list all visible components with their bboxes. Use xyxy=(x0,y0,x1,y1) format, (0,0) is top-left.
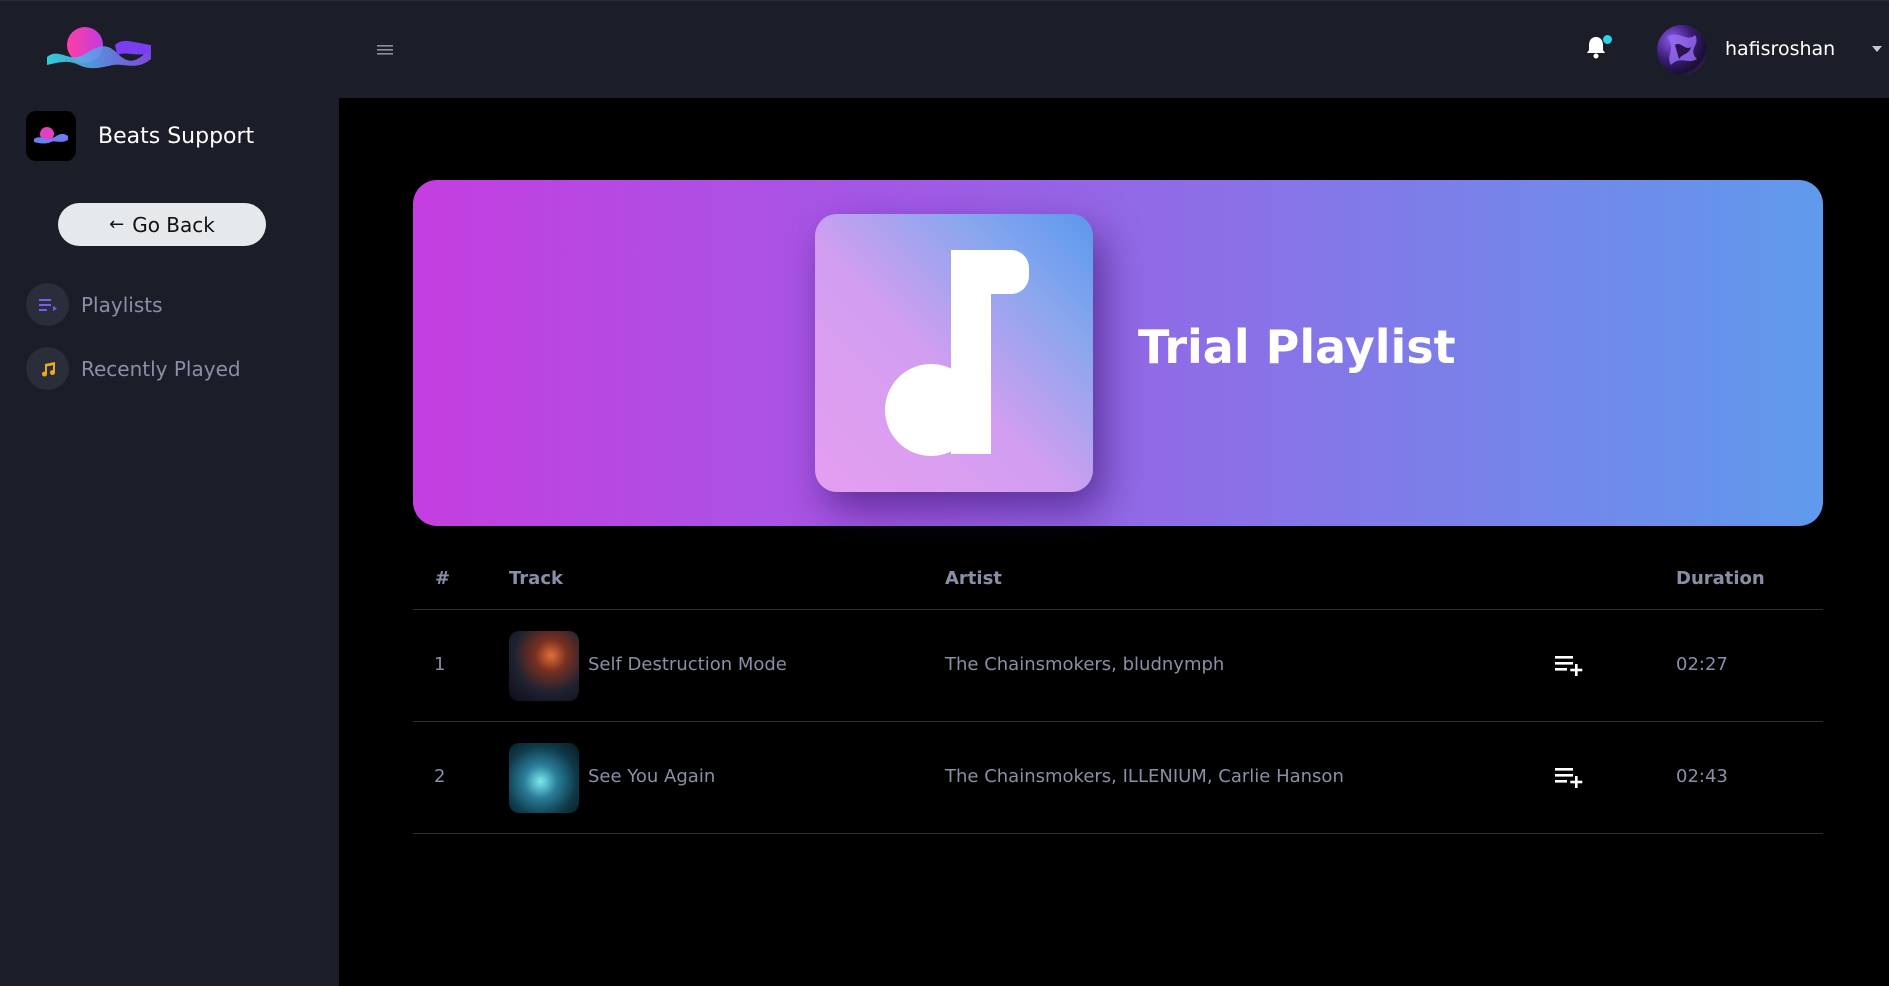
brand-logo-icon xyxy=(26,111,76,161)
track-artist: The Chainsmokers, ILLENIUM, Carlie Hanso… xyxy=(945,766,1344,787)
playlist-icon xyxy=(26,283,69,326)
hamburger-menu-icon[interactable] xyxy=(377,41,393,60)
sidebar-item-playlists[interactable]: Playlists xyxy=(26,283,163,326)
column-header-index: # xyxy=(435,568,451,589)
app-root: Beats Support ← Go Back Playlists Recent… xyxy=(0,0,1889,986)
column-header-track: Track xyxy=(509,568,563,589)
table-header: # Track Artist Duration xyxy=(413,556,1823,610)
track-duration: 02:43 xyxy=(1676,766,1728,787)
table-row[interactable]: 2 See You Again The Chainsmokers, ILLENI… xyxy=(413,722,1823,834)
music-note-icon xyxy=(26,347,69,390)
track-index: 2 xyxy=(434,766,446,787)
tracks-table: # Track Artist Duration 1 Self Destructi… xyxy=(413,556,1823,834)
track-title[interactable]: Self Destruction Mode xyxy=(588,654,787,675)
music-note-icon xyxy=(885,250,1029,456)
notification-badge xyxy=(1603,35,1612,44)
brand: Beats Support xyxy=(26,111,254,161)
track-duration: 02:27 xyxy=(1676,654,1728,675)
track-index: 1 xyxy=(434,654,446,675)
top-bar: hafisroshan xyxy=(339,0,1889,98)
track-title[interactable]: See You Again xyxy=(588,766,715,787)
go-back-label: Go Back xyxy=(132,212,215,237)
brand-name: Beats Support xyxy=(98,123,255,149)
arrow-left-icon: ← xyxy=(109,214,125,235)
username[interactable]: hafisroshan xyxy=(1725,38,1835,60)
sidebar-item-label: Recently Played xyxy=(81,356,241,381)
track-artist: The Chainsmokers, bludnymph xyxy=(945,654,1225,675)
sidebar-item-recently-played[interactable]: Recently Played xyxy=(26,347,241,390)
avatar[interactable] xyxy=(1657,25,1707,75)
add-to-queue-icon[interactable] xyxy=(1555,654,1585,680)
table-row[interactable]: 1 Self Destruction Mode The Chainsmokers… xyxy=(413,610,1823,722)
playlist-cover xyxy=(815,214,1093,492)
track-thumbnail xyxy=(509,631,579,701)
column-header-artist: Artist xyxy=(945,568,1002,589)
playlist-title: Trial Playlist xyxy=(1138,320,1456,374)
wave-logo-icon xyxy=(47,27,151,69)
app-logo[interactable] xyxy=(45,23,153,75)
playlist-banner: Trial Playlist xyxy=(413,180,1823,526)
column-header-duration: Duration xyxy=(1676,568,1765,589)
sidebar: Beats Support ← Go Back Playlists Recent… xyxy=(0,0,339,986)
chevron-down-icon[interactable] xyxy=(1872,46,1882,52)
sidebar-item-label: Playlists xyxy=(81,292,163,317)
track-thumbnail xyxy=(509,743,579,813)
add-to-queue-icon[interactable] xyxy=(1555,766,1585,792)
go-back-button[interactable]: ← Go Back xyxy=(58,203,266,246)
